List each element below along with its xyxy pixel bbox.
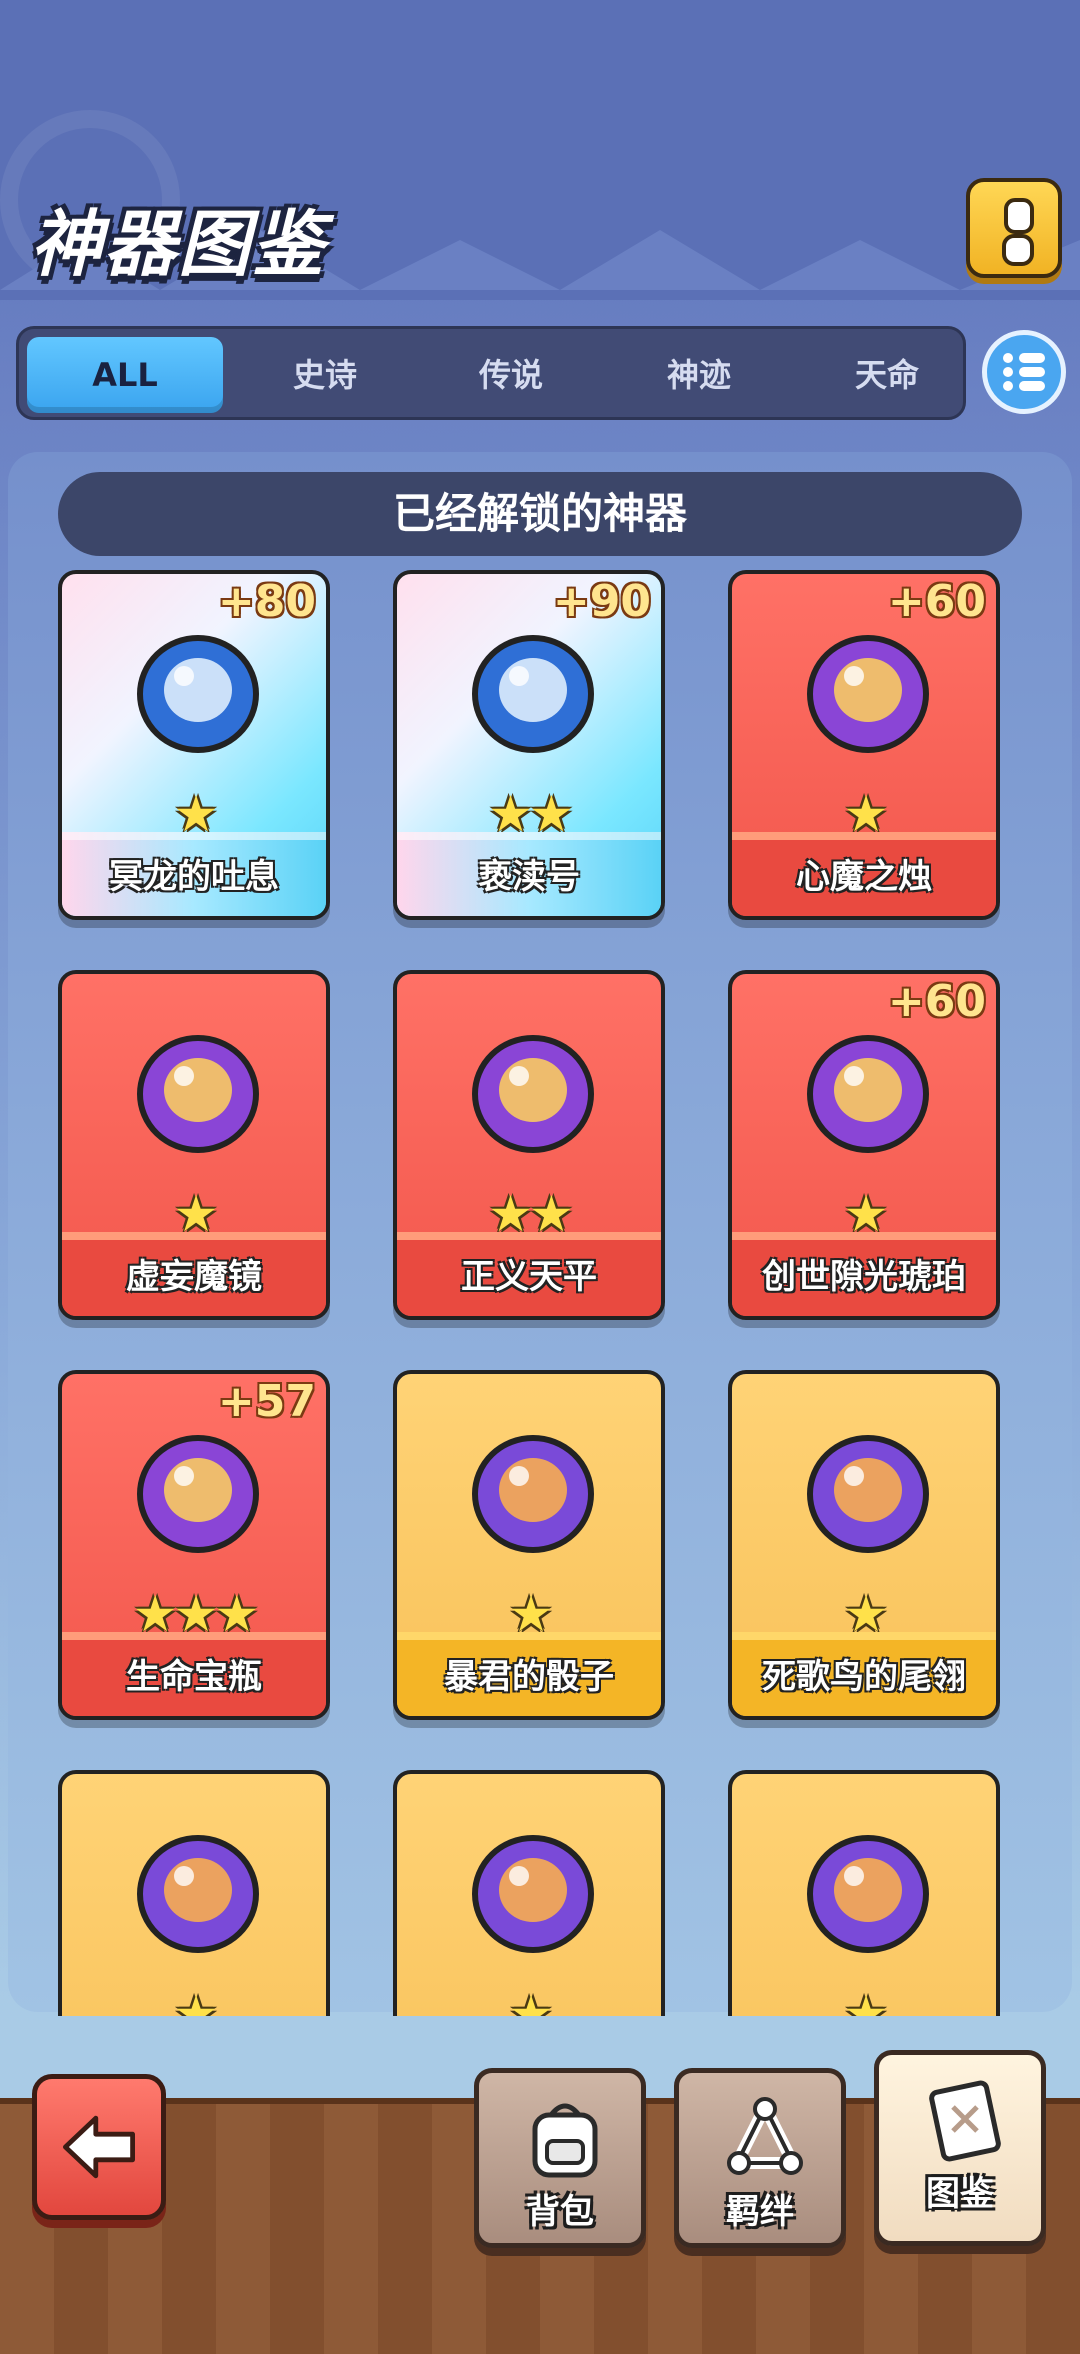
artifact-name: 心魔之烛: [732, 832, 996, 916]
tab-legend[interactable]: 传说: [421, 337, 601, 413]
tab-miracle[interactable]: 神迹: [609, 337, 789, 413]
nav-backpack-button[interactable]: 背包: [474, 2068, 646, 2248]
artifact-card[interactable]: ★: [393, 1770, 665, 2016]
artifact-card[interactable]: +57 ★★★ 生命宝瓶: [58, 1370, 330, 1720]
artifact-card[interactable]: ★ 暴君的骰子: [393, 1370, 665, 1720]
artifact-card[interactable]: +60 ★ 创世隙光琥珀: [728, 970, 1000, 1320]
artifact-stars: ★: [173, 1985, 219, 2016]
artifact-icon: [137, 635, 259, 753]
help-icon-dot: [1002, 234, 1034, 266]
rarity-tab-bar: ALL 史诗 传说 神迹 天命: [16, 326, 966, 420]
menu-icon: [1003, 353, 1013, 363]
codex-book-icon: [929, 2080, 1001, 2162]
artifact-stars: ★: [843, 1985, 889, 2016]
artifact-icon: [807, 1435, 929, 1553]
tab-all[interactable]: ALL: [27, 337, 223, 413]
artifact-name: 暴君的骰子: [397, 1632, 661, 1716]
artifact-icon: [807, 635, 929, 753]
artifact-grid: +80 ★ 冥龙的吐息 +90 ★★ 亵渎号 +60 ★ 心魔之烛 ★ 虚妄魔镜 ★★ 正义天平 +60 ★…: [0, 568, 1080, 2016]
backpack-icon: [532, 2103, 598, 2178]
artifact-name: 冥龙的吐息: [62, 832, 326, 916]
artifact-card[interactable]: +90 ★★ 亵渎号: [393, 570, 665, 920]
artifact-card[interactable]: ★: [58, 1770, 330, 2016]
artifact-name: 正义天平: [397, 1232, 661, 1316]
artifact-name: 虚妄魔镜: [62, 1232, 326, 1316]
artifact-icon: [472, 1035, 594, 1153]
artifact-name: 死歌鸟的尾翎: [732, 1632, 996, 1716]
section-title: 已经解锁的神器: [58, 472, 1022, 556]
artifact-card[interactable]: +80 ★ 冥龙的吐息: [58, 570, 330, 920]
artifact-icon: [472, 635, 594, 753]
artifact-icon: [807, 1835, 929, 1953]
artifact-card[interactable]: ★ 虚妄魔镜: [58, 970, 330, 1320]
artifact-icon: [137, 1035, 259, 1153]
nav-codex-label: 图鉴: [926, 2174, 994, 2214]
nav-bond-button[interactable]: 羁绊: [674, 2068, 846, 2248]
help-icon-top: [1004, 198, 1034, 234]
nav-bond-label: 羁绊: [726, 2192, 794, 2232]
artifact-icon: [472, 1435, 594, 1553]
bond-icon: [727, 2097, 803, 2175]
artifact-card[interactable]: ★: [728, 1770, 1000, 2016]
artifact-name: 亵渎号: [397, 832, 661, 916]
artifact-stars: ★: [508, 1985, 554, 2016]
nav-backpack-label: 背包: [526, 2192, 594, 2232]
back-button[interactable]: [32, 2074, 166, 2220]
artifact-icon: [137, 1835, 259, 1953]
nav-codex-button[interactable]: 图鉴: [874, 2050, 1046, 2246]
artifact-icon: [472, 1835, 594, 1953]
artifact-card[interactable]: ★ 死歌鸟的尾翎: [728, 1370, 1000, 1720]
artifact-card[interactable]: ★★ 正义天平: [393, 970, 665, 1320]
tab-epic[interactable]: 史诗: [235, 337, 415, 413]
help-button[interactable]: [966, 178, 1062, 278]
artifact-name: 生命宝瓶: [62, 1632, 326, 1716]
artifact-name: 创世隙光琥珀: [732, 1232, 996, 1316]
artifact-card[interactable]: +60 ★ 心魔之烛: [728, 570, 1000, 920]
list-menu-button[interactable]: [982, 330, 1066, 414]
arrow-left-icon: [63, 2115, 136, 2179]
artifact-icon: [137, 1435, 259, 1553]
page-title: 神器图鉴: [30, 202, 327, 286]
artifact-icon: [807, 1035, 929, 1153]
tab-destiny[interactable]: 天命: [797, 337, 977, 413]
